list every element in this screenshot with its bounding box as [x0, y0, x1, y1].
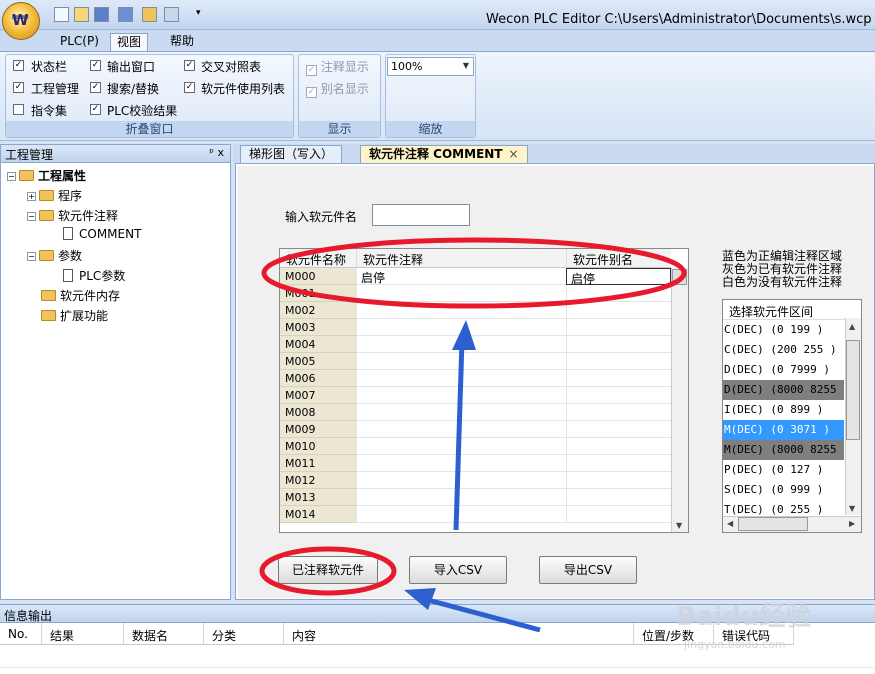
annotation-overlay	[259, 237, 687, 633]
annotation-arrow-up	[453, 339, 465, 531]
app-logo-button[interactable]: ₩	[2, 2, 40, 40]
highlight-ellipse-commented-button	[259, 546, 397, 596]
app-logo-icon: ₩	[12, 11, 29, 29]
arrow-left-head-icon	[404, 588, 436, 610]
annotation-arrow-left	[427, 597, 541, 633]
highlight-ellipse-first-row	[261, 237, 687, 309]
arrow-up-head-icon	[452, 320, 476, 350]
